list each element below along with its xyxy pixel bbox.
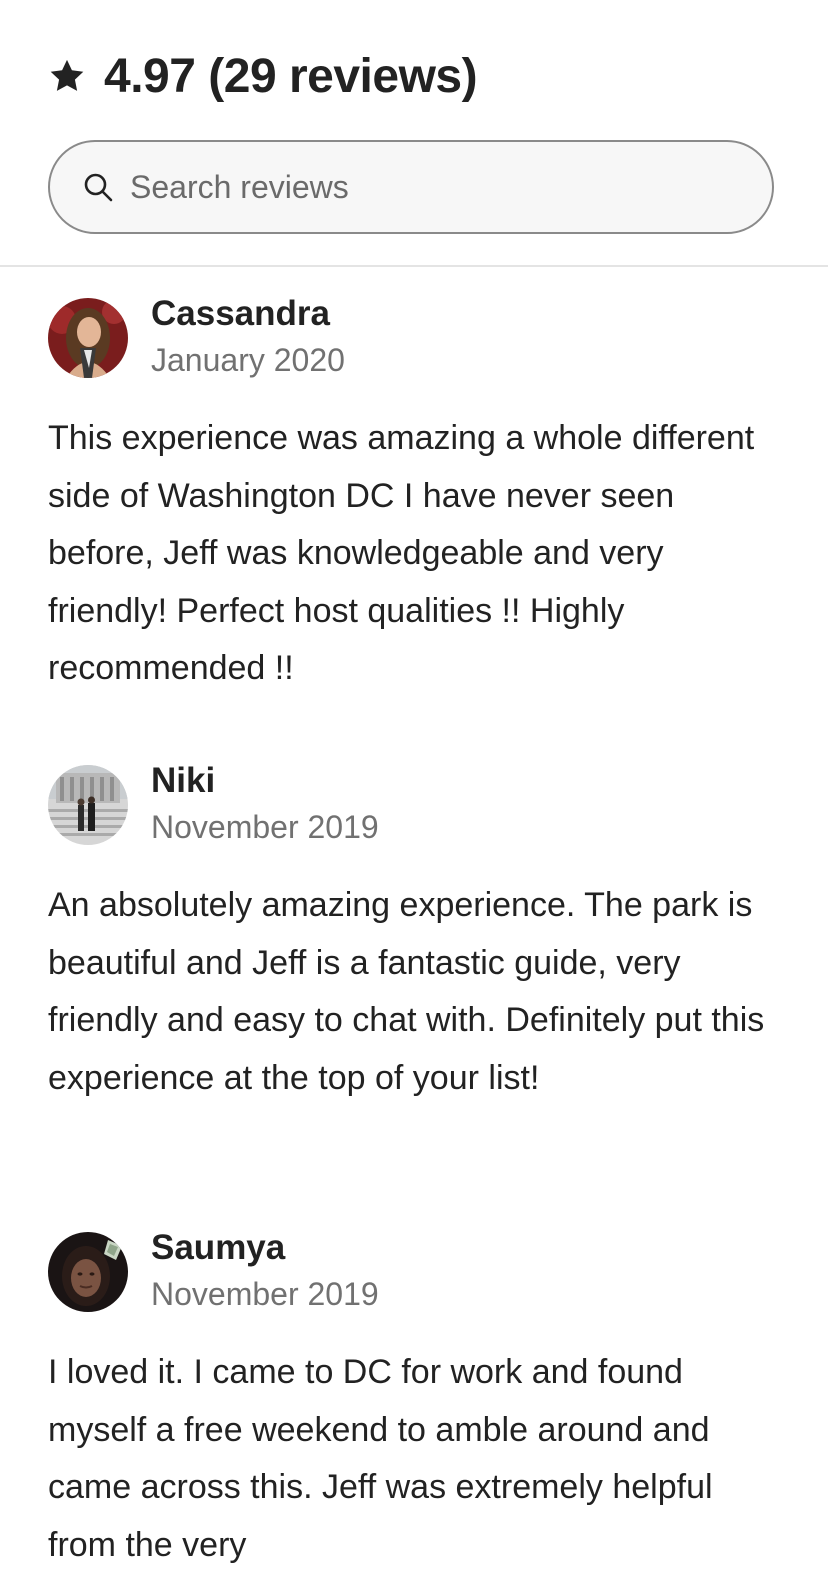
review-item: Niki November 2019 An absolutely amazing… — [48, 761, 788, 1107]
review-header: Cassandra January 2020 — [48, 294, 788, 378]
reviewer-info: Niki November 2019 — [151, 759, 379, 851]
review-text: An absolutely amazing experience. The pa… — [48, 886, 765, 1097]
review-header: Niki November 2019 — [48, 761, 788, 845]
review-text: This experience was amazing a whole diff… — [48, 419, 755, 687]
search-input[interactable] — [130, 168, 730, 206]
review-text: I loved it. I came to DC for work and fo… — [48, 1353, 713, 1564]
reviewer-info: Cassandra January 2020 — [151, 292, 345, 384]
reviewer-name: Saumya — [151, 1228, 286, 1267]
reviewer-name: Niki — [151, 761, 216, 800]
rating-label: 4.97 (29 reviews) — [104, 49, 478, 103]
search-icon — [84, 173, 113, 202]
review-header: Saumya November 2019 — [48, 1228, 788, 1312]
reviewer-info: Saumya November 2019 — [151, 1226, 379, 1318]
rating-summary: 4.97 (29 reviews) — [48, 44, 478, 108]
avatar[interactable] — [48, 298, 128, 378]
reviewer-name: Cassandra — [151, 294, 330, 333]
review-date: November 2019 — [151, 809, 379, 845]
review-date: January 2020 — [151, 342, 345, 378]
star-icon — [50, 59, 84, 91]
reviews-header: 4.97 (29 reviews) — [0, 0, 828, 267]
review-date: November 2019 — [151, 1276, 379, 1312]
review-item: Saumya November 2019 I loved it. I came … — [48, 1228, 788, 1574]
avatar[interactable] — [48, 765, 128, 845]
review-item: Cassandra January 2020 This experience w… — [48, 294, 788, 698]
search-bar[interactable] — [48, 140, 774, 234]
avatar[interactable] — [48, 1232, 128, 1312]
